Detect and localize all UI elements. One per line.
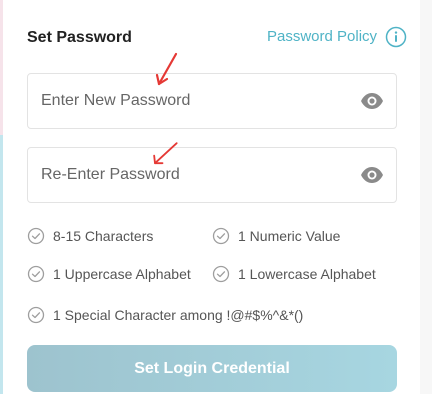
- rule-label: 8-15 Characters: [53, 228, 154, 244]
- check-circle-icon: [212, 227, 230, 245]
- check-circle-icon: [27, 227, 45, 245]
- rule-item: 1 Uppercase Alphabet: [27, 265, 191, 283]
- reenter-password-input[interactable]: [41, 148, 341, 202]
- annotation-arrow-icon: [153, 142, 178, 165]
- left-edge-decoration: [0, 0, 3, 135]
- rule-label: 1 Numeric Value: [238, 228, 341, 244]
- set-password-panel: Set Password Password Policy 8-15 Charac…: [0, 0, 432, 394]
- info-circle-icon[interactable]: [385, 26, 407, 48]
- page-title: Set Password: [27, 29, 132, 46]
- set-login-credential-button[interactable]: Set Login Credential: [27, 345, 397, 392]
- right-edge-scroll-area: [420, 0, 432, 394]
- check-circle-icon: [27, 265, 45, 283]
- rule-item: 8-15 Characters: [27, 227, 153, 245]
- rule-label: 1 Special Character among !@#$%^&*(): [53, 307, 304, 323]
- rule-item: 1 Numeric Value: [212, 227, 340, 245]
- check-circle-icon: [212, 265, 230, 283]
- eye-icon[interactable]: [360, 166, 384, 184]
- new-password-input[interactable]: [41, 74, 341, 128]
- left-edge-decoration: [0, 135, 3, 394]
- annotation-arrow-icon: [155, 52, 178, 86]
- reenter-password-field: [27, 147, 397, 203]
- rule-item: 1 Special Character among !@#$%^&*(): [27, 306, 303, 324]
- password-policy-label[interactable]: Password Policy: [267, 27, 377, 47]
- password-policy-link[interactable]: Password Policy: [267, 26, 407, 48]
- rule-label: 1 Uppercase Alphabet: [53, 266, 191, 282]
- rule-item: 1 Lowercase Alphabet: [212, 265, 376, 283]
- new-password-field: [27, 73, 397, 129]
- rule-label: 1 Lowercase Alphabet: [238, 266, 376, 282]
- eye-icon[interactable]: [360, 92, 384, 110]
- check-circle-icon: [27, 306, 45, 324]
